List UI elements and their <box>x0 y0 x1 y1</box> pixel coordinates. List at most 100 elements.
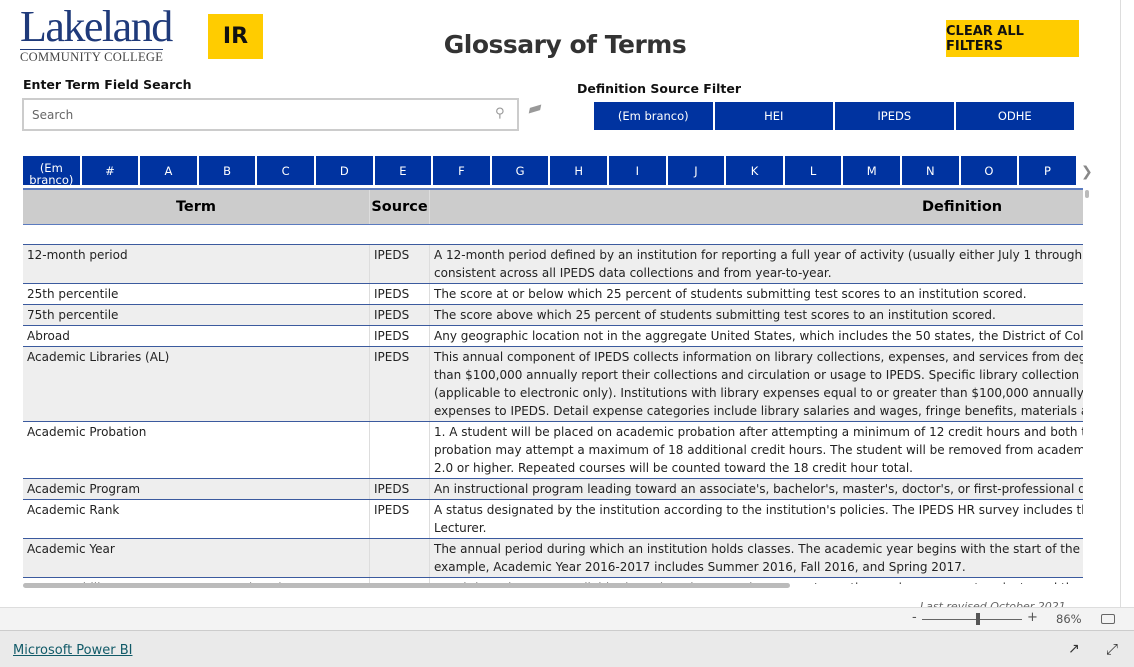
search-label: Enter Term Field Search <box>23 77 192 92</box>
definition-line: An instructional program leading toward … <box>434 482 1083 496</box>
column-header-definition[interactable]: Definition <box>429 190 1083 224</box>
table-row[interactable]: Academic Rank IPEDS A status designated by… <box>23 500 1083 539</box>
horizontal-scrollbar[interactable] <box>23 583 790 588</box>
definition-cell: Any geographic location not in the aggre… <box>429 326 1083 346</box>
letter-filter-button[interactable]: A <box>140 156 199 185</box>
source-cell: IPEDS <box>369 500 429 538</box>
glossary-table: Term Source Definition 12-month period IP… <box>23 188 1083 584</box>
source-cell: IPEDS <box>369 479 429 499</box>
table-row[interactable]: Academic Probation 1. A student will be p… <box>23 422 1083 479</box>
letter-filter-button[interactable]: M <box>843 156 902 185</box>
column-header-term[interactable]: Term <box>23 190 369 224</box>
logo-sub-text: COMMUNITY COLLEGE <box>20 49 164 64</box>
letter-filter-button[interactable]: E <box>374 156 434 185</box>
zoom-slider-handle[interactable] <box>975 613 980 625</box>
table-row[interactable]: Abroad IPEDS Any geographic location not i… <box>23 326 1083 347</box>
letter-filter-button[interactable]: I <box>609 156 668 185</box>
fullscreen-icon[interactable]: ⤢ <box>1106 640 1118 658</box>
powerbi-footer: ↗ ⤢ <box>0 631 1134 667</box>
term-cell: Academic Program <box>27 482 141 496</box>
definition-line: The score above which 25 percent of stud… <box>434 308 996 322</box>
source-filter-option[interactable]: ODHE <box>955 102 1076 130</box>
eraser-icon[interactable] <box>528 104 542 114</box>
letter-filter-button[interactable]: H <box>550 156 609 185</box>
search-icon[interactable]: ⚲ <box>495 106 505 121</box>
source-filter-label: Definition Source Filter <box>577 81 742 96</box>
table-row[interactable]: Academic Libraries (AL) IPEDS This annual … <box>23 347 1083 422</box>
letter-filter-button[interactable]: B <box>198 156 258 185</box>
column-header-source[interactable]: Source <box>369 190 429 224</box>
fit-to-page-icon[interactable] <box>1101 614 1115 624</box>
definition-line: Lecturer. <box>434 521 487 535</box>
definition-line: expenses to IPEDS. Detail expense catego… <box>434 404 1083 418</box>
powerbi-link[interactable]: Microsoft Power BI <box>13 643 132 658</box>
source-filter-option[interactable]: HEI <box>714 102 835 130</box>
definition-cell: The score at or below which 25 percent o… <box>429 284 1083 304</box>
letter-filter-button[interactable]: # <box>81 156 141 185</box>
definition-cell: A 12-month period defined by an institut… <box>429 245 1083 283</box>
table-row[interactable]: 75th percentile IPEDS The score above whic… <box>23 305 1083 326</box>
letter-filter-button[interactable]: J <box>667 156 727 185</box>
letter-filter-button[interactable]: K <box>726 156 785 185</box>
letter-filter-button[interactable]: D <box>316 156 375 185</box>
table-row[interactable]: 12-month period IPEDS A 12-month period de… <box>23 245 1083 284</box>
letter-filter-button[interactable]: L <box>784 156 844 185</box>
definition-cell: The annual period during which an instit… <box>429 539 1083 577</box>
definition-cell: The score above which 25 percent of stud… <box>429 305 1083 325</box>
term-cell: 25th percentile <box>27 287 119 301</box>
definition-cell: 1. A student will be placed on academic … <box>429 422 1083 478</box>
definition-line: (applicable to electronic only). Institu… <box>434 386 1083 400</box>
source-cell: IPEDS <box>369 305 429 325</box>
definition-line: This annual component of IPEDS collects … <box>434 350 1083 364</box>
chevron-right-icon[interactable]: ❯ <box>1081 164 1093 180</box>
term-cell: Academic Probation <box>27 425 147 439</box>
table-header: Term Source Definition <box>23 190 1083 225</box>
source-filter-option[interactable]: IPEDS <box>835 102 956 130</box>
share-icon[interactable]: ↗ <box>1068 641 1080 657</box>
letter-filter-button[interactable]: N <box>902 156 961 185</box>
letter-filter-button[interactable]: C <box>257 156 316 185</box>
definition-line: The annual period during which an instit… <box>434 542 1083 556</box>
last-revised-text: Last revised October 2021 <box>920 600 1066 607</box>
letter-filter-button[interactable]: F <box>433 156 492 185</box>
definition-line: consistent across all IPEDS data collect… <box>434 266 832 280</box>
term-cell: 75th percentile <box>27 308 119 322</box>
zoom-bar: - + 86% <box>0 607 1134 631</box>
term-cell: Academic Libraries (AL) <box>27 350 170 364</box>
definition-line: than $100,000 annually report their coll… <box>434 368 1083 382</box>
source-cell: IPEDS <box>369 347 429 421</box>
definition-line: Any geographic location not in the aggre… <box>434 329 1083 343</box>
logo-main-text: Lakeland <box>20 2 173 51</box>
page-scrollbar[interactable] <box>1120 0 1134 607</box>
letter-filter-button[interactable]: (Em branco) <box>23 156 82 185</box>
source-filter-option[interactable]: (Em branco) <box>594 102 715 130</box>
table-row[interactable]: 25th percentile IPEDS The score at or belo… <box>23 284 1083 305</box>
letter-filter-button[interactable]: G <box>491 156 551 185</box>
vertical-scrollbar[interactable] <box>1085 190 1089 198</box>
definition-cell: An instructional program leading toward … <box>429 479 1083 499</box>
definition-line: A 12-month period defined by an institut… <box>434 248 1083 262</box>
definition-line: 1. A student will be placed on academic … <box>434 425 1083 439</box>
definition-line: The score at or below which 25 percent o… <box>434 287 1027 301</box>
definition-line: probation may attempt a maximum of 18 ad… <box>434 443 1083 457</box>
zoom-out-button[interactable]: - <box>912 610 917 625</box>
source-cell <box>369 422 429 478</box>
letter-filter-button[interactable]: P <box>1019 156 1078 185</box>
letter-filter-button[interactable]: O <box>960 156 1020 185</box>
table-row[interactable]: Academic Program IPEDS An instructional pr… <box>23 479 1083 500</box>
search-input[interactable]: Search <box>22 98 519 131</box>
term-cell: Academic Rank <box>27 503 120 517</box>
table-row[interactable]: Academic Year The annual period during wh… <box>23 539 1083 578</box>
lakeland-logo: Lakeland COMMUNITY COLLEGE <box>20 2 173 64</box>
definition-cell: This annual component of IPEDS collects … <box>429 347 1083 421</box>
zoom-in-button[interactable]: + <box>1027 610 1038 625</box>
source-cell: IPEDS <box>369 284 429 304</box>
source-cell: IPEDS <box>369 245 429 283</box>
clear-all-filters-button[interactable]: CLEAR ALL FILTERS <box>946 20 1079 57</box>
definition-line: example, Academic Year 2016-2017 include… <box>434 560 966 574</box>
term-cell: 12-month period <box>27 248 128 262</box>
zoom-slider[interactable] <box>922 619 1022 620</box>
definition-line: 2.0 or higher. Repeated courses will be … <box>434 461 913 475</box>
source-cell <box>369 539 429 577</box>
ir-badge: IR <box>208 14 263 59</box>
